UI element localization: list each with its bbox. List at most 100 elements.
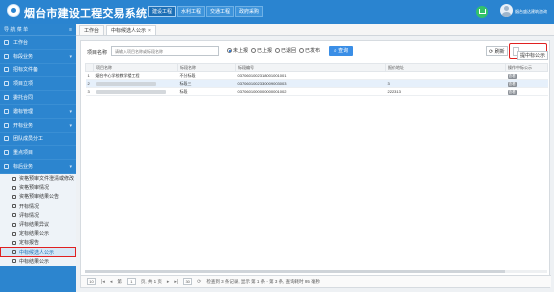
column-header[interactable]: 操作中标公示 <box>505 63 548 72</box>
sidebar-item-team[interactable]: 团队成员分工 <box>0 133 76 147</box>
row-number: 1 <box>85 71 94 80</box>
sidebar-item-label: 邀标管理 <box>13 108 34 115</box>
sidebar-item-project-setup[interactable]: 项目立项 <box>0 77 76 92</box>
page-size-select[interactable]: 10 <box>87 278 96 285</box>
close-icon[interactable]: × <box>148 28 151 34</box>
sidebar: 导 航 菜 单 ≡ 工作台 标段业务 ▾ 招标文件备 项目立项 委托合同 邀标管理… <box>0 24 76 292</box>
sidebar-subitem[interactable]: 定标报告 <box>0 238 76 247</box>
radio-returned[interactable]: 已退回 <box>275 47 296 54</box>
sidebar-subitem[interactable]: 资格预审文件澄清或修改 <box>0 174 76 183</box>
topnav-traffic[interactable]: 交通工程 <box>206 6 235 17</box>
table-row[interactable]: 2 标段三 0370601002330009003003 3 查看 <box>85 79 548 88</box>
sidebar-submenu: 资格预审文件澄清或修改 资格预审情况 资格预审结果公告 开标情况 评标情况 评标… <box>0 173 76 266</box>
menu-collapse-icon[interactable]: ≡ <box>69 27 72 33</box>
view-button[interactable]: 查看 <box>507 81 517 87</box>
column-header[interactable]: 标段编号 <box>235 63 386 72</box>
sidebar-item-invitation[interactable]: 邀标管理 ▾ <box>0 105 76 119</box>
section-code-cell: 0370601002330009003003 <box>235 79 386 88</box>
sidebar-subitem-label: 定标结果公示 <box>19 231 50 238</box>
sidebar-subitem[interactable]: 资格预审结果公告 <box>0 192 76 201</box>
top-header: 烟台市建设工程交易系统 建设工程 水利工程 交通工程 政府采购 烟台盛达建筑咨询 <box>0 0 554 24</box>
radio-label: 未上报 <box>233 48 249 54</box>
sidebar-item-contract[interactable]: 委托合同 <box>0 91 76 105</box>
sidebar-header: 导 航 菜 单 ≡ <box>0 24 76 36</box>
sidebar-subitem-bid-candidate-notice[interactable]: 中标候选人公示 <box>0 247 76 257</box>
sidebar-subitem-label: 资格预审结果公告 <box>19 194 60 201</box>
refresh-button[interactable]: ⟳ 刷新 <box>486 46 508 56</box>
sidebar-subitem[interactable]: 定标结果公示 <box>0 229 76 238</box>
sidebar-item-tender-filing[interactable]: 招标文件备 <box>0 64 76 78</box>
query-button[interactable]: ⌕ 查询 <box>329 46 353 56</box>
chevron-down-icon: ▾ <box>69 164 72 171</box>
sidebar-item-post-bid[interactable]: 标后业务 ▾ <box>0 160 76 174</box>
view-button[interactable]: 查看 <box>507 89 517 95</box>
submit-notice-button[interactable]: ✎ 提中标公示 <box>513 47 549 60</box>
column-header[interactable]: 标段名称 <box>177 63 236 72</box>
sidebar-subitem[interactable]: 资格预审情况 <box>0 183 76 192</box>
chevron-down-icon: ▾ <box>69 53 72 60</box>
avatar-icon[interactable] <box>500 4 513 17</box>
first-page-icon[interactable]: |◂ <box>101 279 105 285</box>
tab-label: 工作台 <box>84 28 100 34</box>
sidebar-item-label: 开标业务 <box>13 122 34 129</box>
radio-published[interactable]: 已发布 <box>299 47 320 54</box>
refresh-icon[interactable]: ⟳ <box>197 279 201 285</box>
tab-bid-candidate-notice[interactable]: 中标候选人公示 × <box>106 25 156 35</box>
sidebar-item-section-business[interactable]: 标段业务 ▾ <box>0 50 76 64</box>
topnav-water[interactable]: 水利工程 <box>177 6 206 17</box>
calendar-icon <box>4 122 9 128</box>
folder-icon <box>4 53 9 59</box>
home-icon[interactable] <box>476 6 488 18</box>
topnav-construction[interactable]: 建设工程 <box>148 6 177 17</box>
last-page-icon[interactable]: ▸| <box>174 279 178 285</box>
prev-page-icon[interactable]: ◂ <box>110 279 113 285</box>
page-suffix: 页, 共 1 页 <box>140 278 162 284</box>
sidebar-item-label: 团队成员分工 <box>13 136 44 143</box>
next-page-icon[interactable]: ▸ <box>167 279 170 285</box>
sidebar-item-key-projects[interactable]: 重点项目 <box>0 146 76 161</box>
sidebar-subitem-label: 评标结果异议 <box>19 222 50 228</box>
user-name[interactable]: 烟台盛达建筑咨询 <box>515 9 547 15</box>
radio-icon <box>251 48 257 53</box>
project-name-cell <box>93 87 178 96</box>
sidebar-subitem[interactable]: 中标结果公示 <box>0 257 76 266</box>
pagination-bar: 10 |◂ ◂ 第 1 页, 共 1 页 ▸ ▸| 30 ⟳ 检查到 3 条记录… <box>81 275 551 287</box>
column-header[interactable]: 报价地址 <box>385 63 506 72</box>
radio-icon <box>275 48 281 53</box>
radio-unreported[interactable]: 未上报 <box>227 47 248 54</box>
horizontal-scrollbar[interactable] <box>85 270 547 273</box>
radio-reported[interactable]: 已上报 <box>251 47 272 54</box>
section-code-cell: 0370601002318001001001 <box>235 71 386 80</box>
page-number-input[interactable]: 1 <box>126 278 136 285</box>
sidebar-item-bid-opening[interactable]: 开标业务 ▾ <box>0 119 76 133</box>
search-input[interactable] <box>111 46 219 56</box>
tab-bar: 工作台 中标候选人公示 × <box>76 24 554 36</box>
document-icon <box>4 81 9 87</box>
document-icon <box>12 194 16 199</box>
sidebar-item-workbench[interactable]: 工作台 <box>0 36 76 50</box>
sidebar-item-label: 委托合同 <box>13 95 34 102</box>
sidebar-item-label: 招标文件备 <box>13 67 39 74</box>
logo-icon <box>7 4 20 17</box>
per-page-select[interactable]: 30 <box>183 278 193 285</box>
redacted-text <box>95 81 156 86</box>
sidebar-subitem[interactable]: 评标情况 <box>0 211 76 220</box>
topnav-procurement[interactable]: 政府采购 <box>235 6 264 17</box>
redacted-text <box>95 89 166 94</box>
sidebar-title: 导 航 菜 单 <box>4 27 29 33</box>
sidebar-subitem-label: 中标结果公示 <box>19 258 50 265</box>
sidebar-subitem[interactable]: 开标情况 <box>0 202 76 211</box>
chevron-down-icon: ▾ <box>69 108 72 115</box>
document-icon <box>12 222 16 227</box>
sidebar-subitem[interactable]: 评标结果异议 <box>0 220 76 229</box>
folder-icon <box>4 164 9 170</box>
list-panel: 项目名称 未上报 已上报 已退回 已发布 ⌕ 查询 ⟳ 刷新 ✎ 提中标公示 项… <box>80 40 551 288</box>
sidebar-subitem-label: 中标候选人公示 <box>19 249 55 256</box>
table-row[interactable]: 1 烟台中心学校教学楼工程 不分标段 037060100231800100100… <box>85 71 548 80</box>
radio-icon <box>227 48 232 53</box>
tab-workbench[interactable]: 工作台 <box>79 25 105 35</box>
column-header[interactable]: 项目名称 <box>93 63 178 72</box>
table-row[interactable]: 3 标段 0370601000000000001002 222313 查看 <box>85 87 548 96</box>
chevron-down-icon: ▾ <box>69 122 72 129</box>
view-button[interactable]: 查看 <box>507 73 517 79</box>
